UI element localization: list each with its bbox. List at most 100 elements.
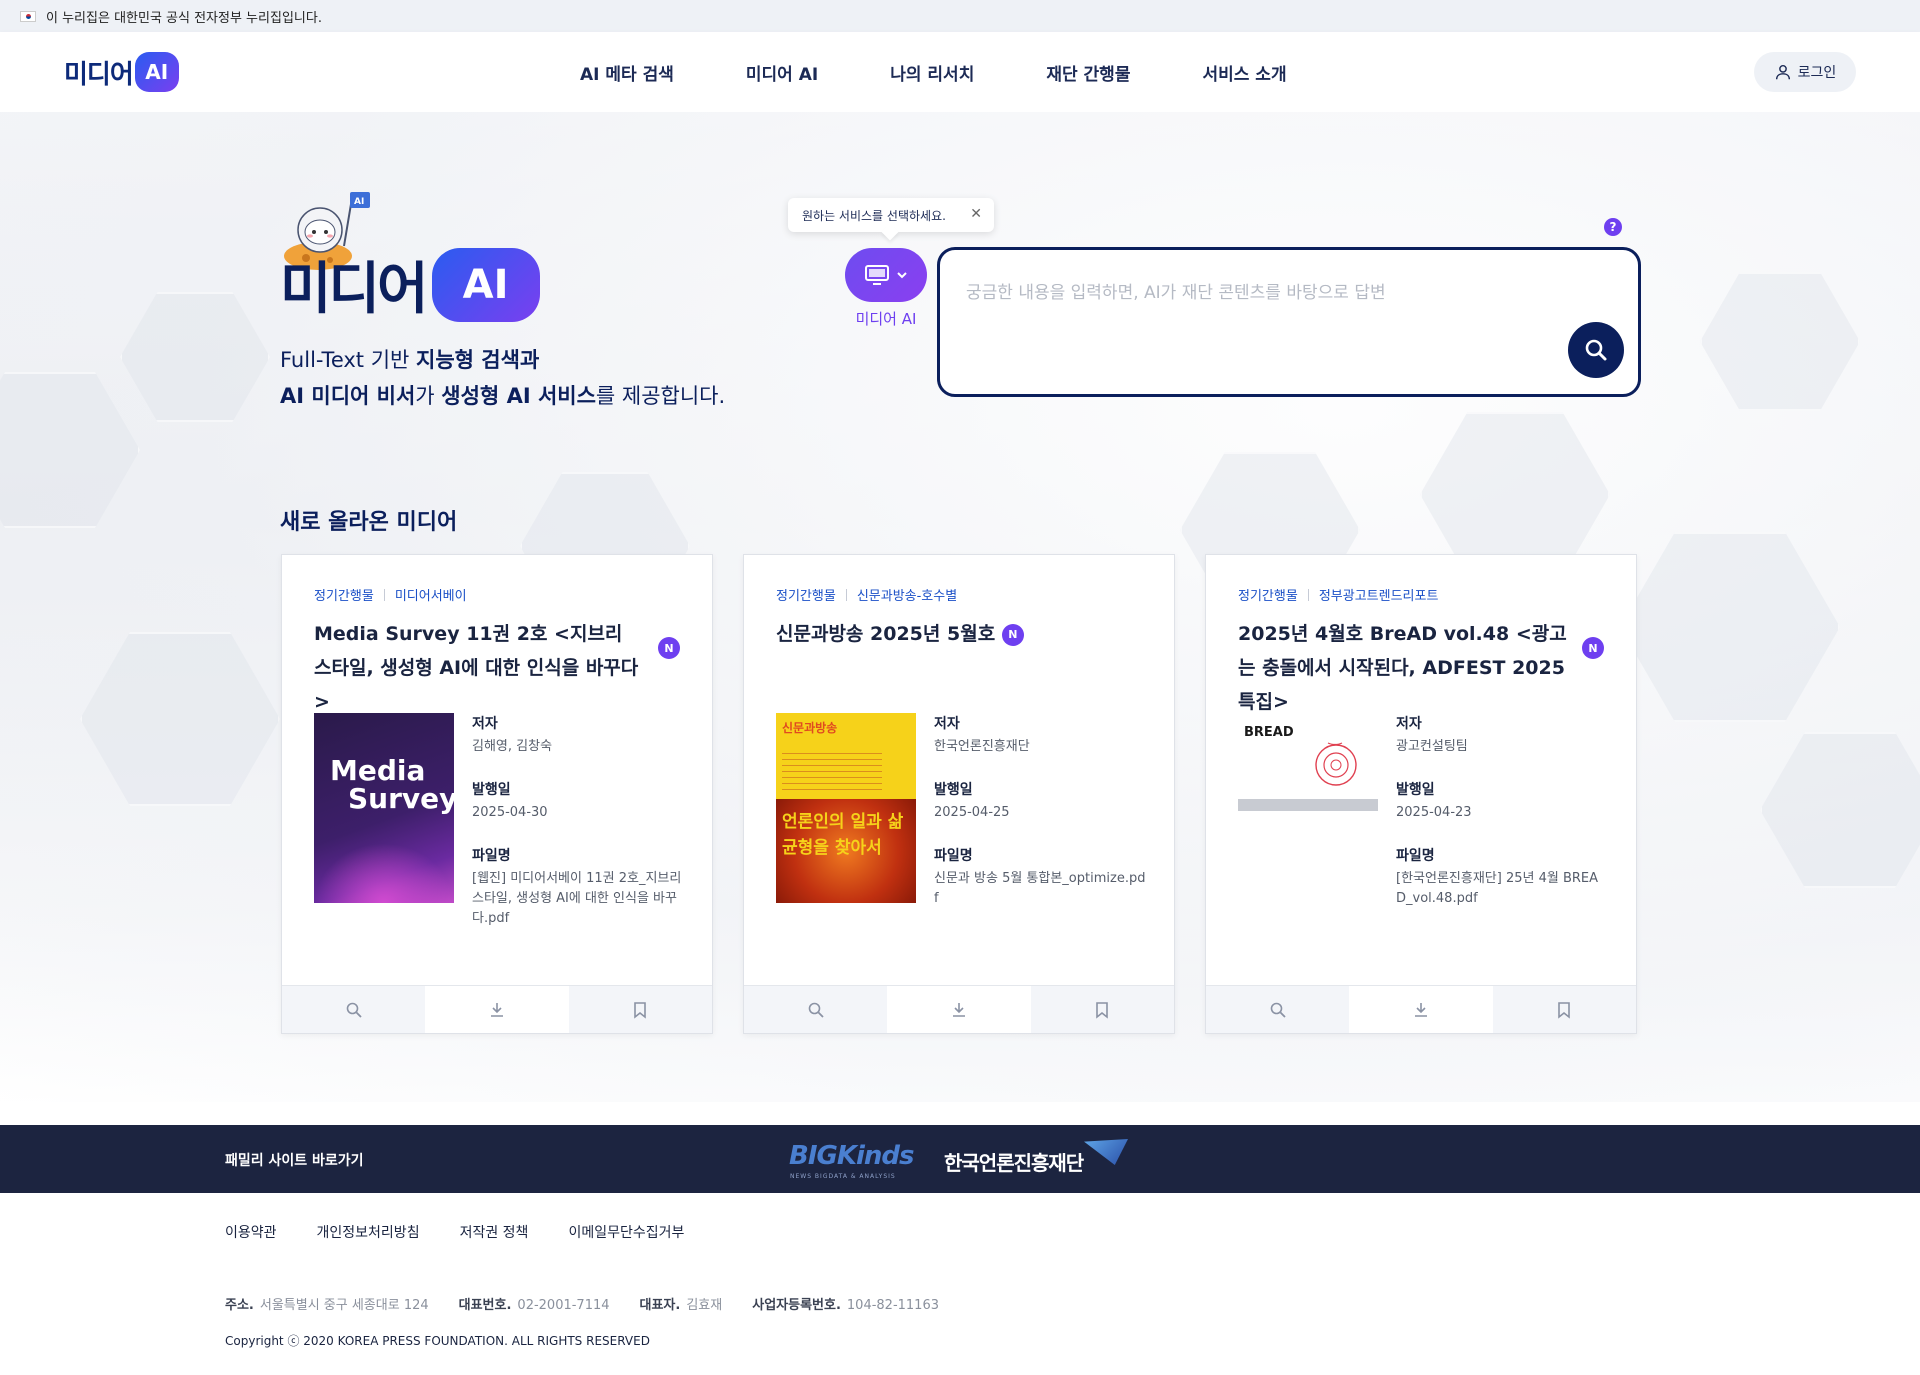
nav-my-research[interactable]: 나의 리서치 [890, 60, 974, 85]
meta-date: 2025-04-23 [1396, 805, 1472, 820]
bigkinds-subtitle: NEWS BIGDATA & ANALYSIS [790, 1173, 896, 1180]
footer-link-privacy[interactable]: 개인정보처리방침 [317, 1222, 420, 1242]
family-site-label[interactable]: 패밀리 사이트 바로가기 [225, 1150, 364, 1170]
family-site-bar: 패밀리 사이트 바로가기 BIGKinds NEWS BIGDATA & ANA… [0, 1125, 1920, 1193]
card-title[interactable]: 신문과방송 2025년 5월호 N [776, 617, 1136, 651]
bookmark-button[interactable] [1030, 986, 1174, 1033]
nav-publications[interactable]: 재단 간행물 [1046, 60, 1130, 85]
gov-banner: 이 누리집은 대한민국 공식 전자정부 누리집입니다. [0, 0, 1920, 32]
service-label: 미디어 AI [855, 310, 917, 328]
card-tag[interactable]: 정기간행물 [1238, 585, 1298, 604]
card-actions [282, 985, 712, 1033]
footer-info: 주소. 서울특별시 중구 세종대로 124 대표번호. 02-2001-7114 대… [225, 1294, 939, 1313]
tagline-text: Full-Text 기반 [280, 348, 417, 372]
login-label: 로그인 [1797, 65, 1837, 81]
meta-label: 저자 [934, 716, 960, 732]
preview-button[interactable] [744, 986, 888, 1033]
new-badge: N [658, 637, 680, 659]
help-icon[interactable]: ? [1604, 218, 1622, 236]
main-nav: AI 메타 검색 미디어 AI 나의 리서치 재단 간행물 서비스 소개 [580, 32, 1287, 112]
card-tag[interactable]: 미디어서베이 [395, 585, 467, 604]
meta-label: 발행일 [934, 782, 973, 798]
thumb-headline: 언론인의 일과 삶 [782, 812, 904, 832]
nav-service-intro[interactable]: 서비스 소개 [1202, 60, 1286, 85]
section-title: 새로 올라온 미디어 [280, 510, 458, 535]
meta-file: [한국언론진흥재단] 25년 4월 BREAD_vol.48.pdf [1396, 871, 1599, 906]
hex-decoration [120, 292, 270, 422]
tooltip-text: 원하는 서비스를 선택하세요. [802, 208, 946, 223]
card-title-text: 신문과방송 2025년 5월호 [776, 623, 996, 645]
footer-link-copyright[interactable]: 저작권 정책 [460, 1222, 529, 1242]
hex-decoration [80, 632, 280, 806]
logo-text: 미디어 [64, 59, 134, 90]
meta-date: 2025-04-25 [934, 805, 1010, 820]
hero-logo: 미디어 AI [280, 244, 540, 325]
bigkinds-logo[interactable]: BIGKinds [789, 1141, 914, 1171]
card-title[interactable]: Media Survey 11권 2호 <지브리 스타일, 생성형 AI에 대한… [314, 617, 644, 719]
card-meta: 저자 한국언론진흥재단 발행일 2025-04-25 파일명 신문과 방송 5월… [934, 713, 1146, 931]
media-card[interactable]: 정기간행물 미디어서베이 Media Survey 11권 2호 <지브리 스타일… [281, 554, 713, 1034]
bookmark-button[interactable] [1492, 986, 1636, 1033]
nav-ai-meta-search[interactable]: AI 메타 검색 [580, 60, 674, 85]
user-icon [1775, 64, 1790, 80]
footer-link-terms[interactable]: 이용약관 [225, 1222, 277, 1242]
search-button[interactable] [1568, 322, 1624, 378]
preview-button[interactable] [1206, 986, 1350, 1033]
download-button[interactable] [425, 986, 569, 1033]
meta-author: 한국언론진흥재단 [934, 739, 1030, 754]
card-thumbnail[interactable]: Media Survey [314, 713, 454, 903]
card-tags: 정기간행물 정부광고트렌드리포트 [1238, 585, 1438, 604]
tagline-text: 를 제공합니다. [595, 384, 726, 408]
site-logo[interactable]: 미디어 AI [64, 52, 179, 92]
meta-date: 2025-04-30 [472, 805, 548, 820]
site-header: 미디어 AI AI 메타 검색 미디어 AI 나의 리서치 재단 간행물 서비스… [0, 32, 1920, 112]
search-box[interactable]: 궁금한 내용을 입력하면, AI가 재단 콘텐츠를 바탕으로 답변 [937, 247, 1641, 397]
thumb-headline: 균형을 찾아서 [782, 838, 882, 858]
download-icon [490, 1002, 503, 1017]
close-icon[interactable]: ✕ [970, 206, 982, 222]
logo-ai-badge: AI [134, 52, 179, 92]
login-button[interactable]: 로그인 [1754, 52, 1856, 92]
card-tag[interactable]: 정기간행물 [314, 585, 374, 604]
card-tag[interactable]: 정기간행물 [776, 585, 836, 604]
meta-label: 파일명 [472, 848, 511, 864]
new-badge: N [1582, 637, 1604, 659]
kpf-mark-icon [1084, 1139, 1128, 1165]
card-tag[interactable]: 신문과방송-호수별 [857, 585, 957, 604]
footer-link-email-refusal[interactable]: 이메일무단수집거부 [568, 1222, 684, 1242]
service-select-button[interactable] [845, 248, 927, 302]
card-meta: 저자 광고컨설팅팀 발행일 2025-04-23 파일명 [한국언론진흥재단] … [1396, 713, 1608, 931]
search-icon [808, 1002, 824, 1018]
chevron-down-icon [897, 272, 907, 279]
download-button[interactable] [887, 986, 1031, 1033]
preview-button[interactable] [282, 986, 426, 1033]
card-title[interactable]: 2025년 4월호 BreAD vol.48 <광고는 충돌에서 시작된다, A… [1238, 617, 1568, 719]
nav-media-ai[interactable]: 미디어 AI [746, 60, 818, 85]
bookmark-icon [1096, 1001, 1109, 1019]
search-icon [1270, 1002, 1286, 1018]
hex-decoration [1760, 732, 1920, 888]
meta-label: 발행일 [472, 782, 511, 798]
korea-flag-icon [20, 10, 36, 22]
thumb-title: 신문과방송 [782, 721, 838, 735]
monitor-icon [865, 265, 889, 285]
card-thumbnail[interactable]: 신문과방송 언론인의 일과 삶 균형을 찾아서 [776, 713, 916, 903]
hero-tagline: Full-Text 기반 지능형 검색과 AI 미디어 비서가 생성형 AI 서… [280, 342, 725, 414]
meta-author: 김해영, 김창숙 [472, 739, 553, 754]
hero-logo-ai-badge: AI [431, 247, 540, 322]
download-icon [1414, 1002, 1427, 1017]
thumb-title: BREAD [1244, 725, 1294, 740]
card-actions [744, 985, 1174, 1033]
media-card[interactable]: 정기간행물 신문과방송-호수별 신문과방송 2025년 5월호 N 신문과방송 언… [743, 554, 1175, 1034]
card-tag[interactable]: 정부광고트렌드리포트 [1319, 585, 1439, 604]
search-input[interactable]: 궁금한 내용을 입력하면, AI가 재단 콘텐츠를 바탕으로 답변 [966, 278, 1386, 303]
kpf-logo[interactable]: 한국언론진흥재단 [944, 1147, 1084, 1176]
search-icon [346, 1002, 362, 1018]
bookmark-button[interactable] [568, 986, 712, 1033]
media-card[interactable]: 정기간행물 정부광고트렌드리포트 2025년 4월호 BreAD vol.48 <… [1205, 554, 1637, 1034]
card-thumbnail[interactable]: BREAD [1238, 713, 1378, 903]
download-button[interactable] [1349, 986, 1493, 1033]
bookmark-icon [634, 1001, 647, 1019]
service-tooltip: 원하는 서비스를 선택하세요. ✕ [788, 198, 994, 232]
meta-file: [웹진] 미디어서베이 11권 2호_지브리 스타일, 생성형 AI에 대한 인… [472, 871, 682, 926]
